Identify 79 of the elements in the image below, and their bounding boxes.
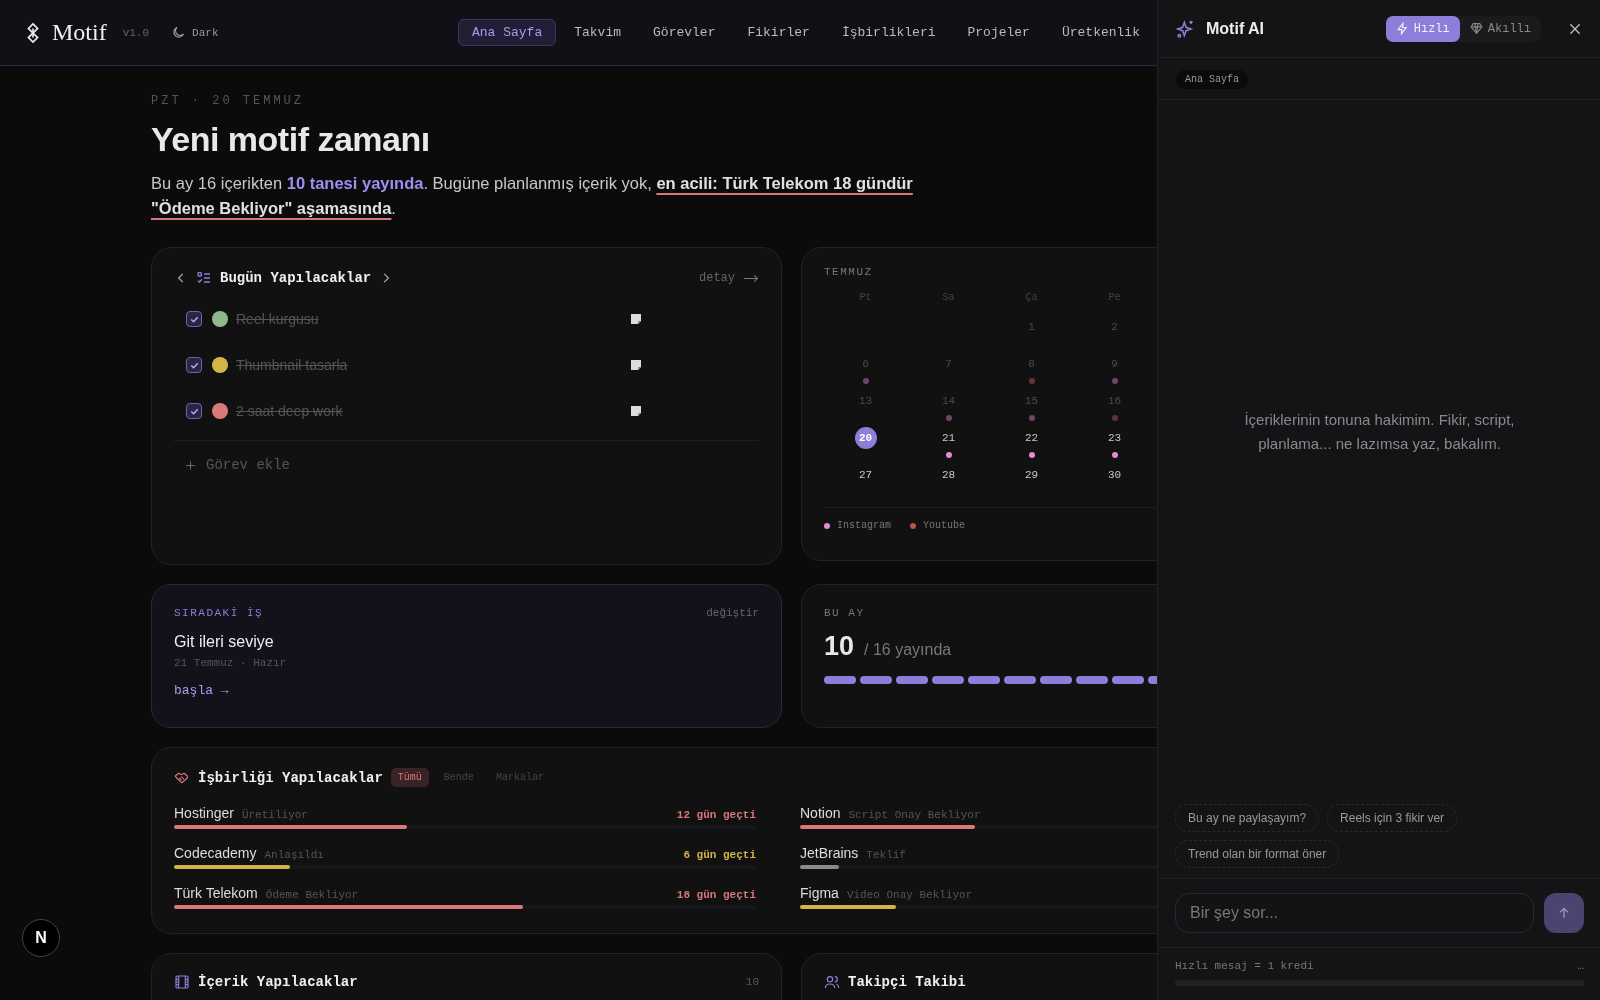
brand-name: Figma (800, 885, 839, 901)
summary-text: Bu ay 16 içerikten 10 tanesi yayında. Bugüne planlanmış içerik yok, en acili: Türk Telekom 18 gündür "Ödeme Bekliyor" aşamasında. (151, 173, 914, 219)
theme-toggle[interactable]: Dark (171, 25, 219, 40)
version-label: v1.0 (122, 26, 150, 39)
film-icon (174, 974, 190, 990)
nav-tab[interactable]: Fikirler (733, 19, 824, 46)
stage-label: Video Onay Bekliyor (846, 889, 973, 901)
task-title: Git ileri seviye (174, 633, 275, 651)
moon-icon (171, 25, 187, 40)
calendar-day[interactable]: 30 (1103, 464, 1126, 486)
bolt-icon (1395, 22, 1409, 35)
section-label: BU AY (824, 607, 866, 619)
users-icon (824, 974, 840, 990)
calendar-day[interactable]: 23 (1103, 427, 1126, 449)
legend-label: Instagram (837, 520, 891, 531)
stage-label: Teklif (866, 849, 906, 861)
total-label: / 16 yayında (864, 641, 952, 659)
stage-label: Üretiliyor (241, 809, 308, 821)
overdue-label: 18 gün geçti (676, 889, 756, 901)
section-label: SIRADAKİ İŞ (174, 607, 264, 619)
card-title: Takipçi Takibi (848, 974, 966, 990)
task-meta: 21 Temmuz · Hazır (174, 657, 288, 669)
empty-message: İçeriklerinin tonuna hakimim. Fikir, script, planlama... ne lazımsa yaz, bakalım. (1243, 410, 1516, 454)
mode-tab[interactable]: Akıllı (1459, 15, 1541, 42)
plus-icon (184, 458, 197, 472)
filter-tab[interactable]: Tümü (390, 768, 429, 787)
stage-label: Anlaşıldı (264, 849, 324, 861)
nav-tab[interactable]: İşbirlikleri (827, 19, 950, 46)
task-checkbox[interactable] (186, 357, 202, 373)
brand-name: Notion (800, 805, 841, 821)
nav-tab[interactable]: Görevler (639, 19, 730, 46)
message-input[interactable]: Bir şey sor... (1175, 893, 1534, 933)
overdue-label: 12 gün geçti (676, 809, 756, 821)
card-title: İçerik Yapılacaklar (198, 974, 358, 990)
card-title: İşbirliği Yapılacaklar (198, 769, 383, 786)
note-icon[interactable] (630, 405, 642, 417)
overdue-label: 6 gün geçti (683, 849, 756, 861)
arrow-right-icon (743, 273, 759, 283)
brand-name: Türk Telekom (174, 885, 258, 901)
logo-text: Motif (52, 19, 107, 46)
checklist-icon (196, 270, 212, 286)
count-label: 10 (745, 976, 759, 988)
credit-note: Hızlı mesaj = 1 kredi (1175, 960, 1314, 972)
panel-title: Motif AI (1206, 19, 1265, 38)
calendar-day[interactable]: 22 (1020, 427, 1043, 449)
stage-label: Ödeme Bekliyor (265, 889, 359, 901)
published-count: 10 (824, 631, 855, 662)
page-title: Yeni motif zamanı (151, 120, 431, 159)
task-text: 2 saat deep work (236, 403, 344, 419)
diamond-icon (1469, 22, 1483, 35)
date-label: PZT · 20 TEMMUZ (151, 94, 306, 108)
calendar-day[interactable]: 27 (854, 464, 877, 486)
nav-tab[interactable]: Üretkenlik (1047, 19, 1154, 46)
calendar-day[interactable]: 21 (937, 427, 960, 449)
context-chip: Ana Sayfa (1176, 70, 1248, 89)
calendar-day[interactable]: 29 (1020, 464, 1043, 486)
brand-name: Hostinger (174, 805, 234, 821)
dev-badge[interactable]: N (22, 919, 60, 957)
start-link[interactable]: başla → (174, 683, 229, 698)
card-title: Bugün Yapılacaklar (220, 270, 372, 286)
send-button[interactable] (1544, 893, 1584, 933)
task-checkbox[interactable] (186, 403, 202, 419)
sparkle-icon (1176, 18, 1196, 39)
stage-label: Script Onay Bekliyor (848, 809, 981, 821)
task-text: Thumbnail tasarla (236, 357, 349, 373)
note-icon[interactable] (630, 313, 642, 325)
legend-label: Youtube (923, 520, 966, 531)
task-checkbox[interactable] (186, 311, 202, 327)
nav-tab[interactable]: Ana Sayfa (458, 19, 557, 46)
brand-name: Codecademy (174, 845, 257, 861)
nav-tab[interactable]: Takvim (560, 19, 636, 46)
credit-value: … (1577, 960, 1584, 972)
brand-name: JetBrains (800, 845, 859, 861)
calendar-day[interactable]: 28 (937, 464, 960, 486)
note-icon[interactable] (630, 359, 642, 371)
nav-tab[interactable]: Projeler (953, 19, 1044, 46)
month-label: TEMMUZ (824, 266, 874, 278)
calendar-day[interactable]: 20 (854, 427, 877, 449)
task-text: Reel kurgusu (236, 311, 320, 327)
